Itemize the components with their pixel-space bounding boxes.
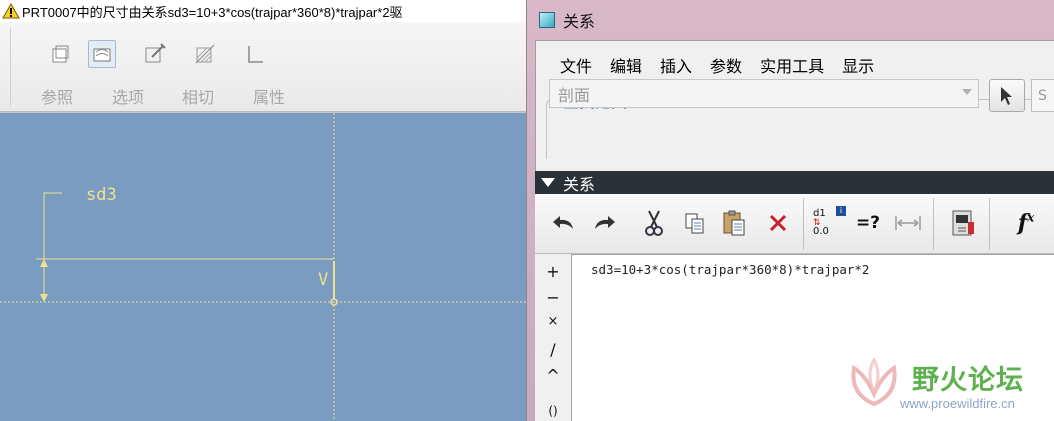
menu-insert[interactable]: 插入 [660, 53, 692, 77]
toolbar-separator [803, 198, 804, 250]
toolbar-separator [933, 198, 934, 250]
function-button[interactable]: fx [1011, 208, 1041, 238]
watermark-url: www.proewildfire.cn [900, 396, 1015, 411]
fx-label: f [1017, 210, 1028, 236]
chevron-down-icon[interactable] [962, 89, 972, 95]
operator-minus[interactable]: − [535, 288, 571, 307]
sketch-window-titlebar: PRT0007中的尺寸由关系sd3=10+3*cos(trajpar*360*8… [0, 0, 526, 22]
look-in-value: 剖面 [558, 85, 591, 105]
ribbon-tab-references[interactable]: 参照 [41, 84, 73, 108]
cursor-arrow-icon [1001, 86, 1012, 105]
sort-relations-icon[interactable] [949, 208, 979, 238]
evaluate-label: =? [855, 213, 881, 233]
relations-toolbar: d1 ⇅ 0.0 i =? fx [535, 194, 1054, 254]
selected-item-field[interactable]: S [1031, 79, 1054, 112]
measure-icon[interactable] [893, 208, 923, 238]
relations-section-label: 关系 [563, 174, 596, 194]
fx-icon: fx [1017, 210, 1035, 236]
dialog-title: 关系 [563, 12, 596, 31]
operator-palette: + − × / ^ () [535, 254, 571, 421]
operator-parentheses[interactable]: () [535, 404, 571, 418]
operator-power[interactable]: ^ [535, 366, 571, 385]
delete-icon[interactable] [763, 208, 793, 238]
menu-edit[interactable]: 编辑 [610, 53, 642, 77]
dialog-titlebar[interactable]: 关系 [527, 0, 1054, 40]
operator-multiply[interactable]: × [535, 314, 571, 329]
evaluate-button[interactable]: =? [853, 208, 883, 238]
paste-icon[interactable] [719, 208, 749, 238]
look-in-group: 查找范围 [546, 88, 1054, 159]
relations-section-header[interactable]: 关系 [535, 171, 1054, 194]
feature-ribbon: 参照 选项 相切 属性 [0, 22, 526, 112]
sketch-geometry [0, 113, 526, 421]
watermark-logo-icon [851, 356, 897, 407]
sketch-window-title: PRT0007中的尺寸由关系sd3=10+3*cos(trajpar*360*8… [22, 4, 403, 20]
look-in-select[interactable]: 剖面 [549, 79, 979, 108]
dialog-app-icon [539, 12, 555, 28]
ribbon-divider [10, 28, 11, 106]
select-item-button[interactable] [989, 79, 1025, 112]
collapse-triangle-icon[interactable] [541, 178, 555, 187]
menu-utilities[interactable]: 实用工具 [760, 53, 824, 77]
watermark-name: 野火论坛 [912, 365, 1024, 396]
ribbon-tab-options[interactable]: 选项 [112, 84, 144, 108]
menu-display[interactable]: 显示 [842, 53, 874, 77]
vertex-label: V [318, 270, 329, 290]
operator-plus[interactable]: + [535, 262, 571, 281]
menu-parameters[interactable]: 参数 [710, 53, 742, 77]
options-icon[interactable] [88, 40, 116, 68]
copy-icon[interactable] [680, 208, 710, 238]
info-badge-icon: i [836, 206, 846, 216]
sketch-canvas[interactable]: sd3 V [0, 113, 526, 421]
references-icon[interactable] [46, 40, 74, 68]
redo-icon[interactable] [589, 208, 619, 238]
warning-icon [2, 3, 20, 19]
switch-dimensions-bottom: 0.0 [813, 226, 829, 237]
undo-icon[interactable] [549, 208, 579, 238]
dimension-label[interactable]: sd3 [86, 185, 117, 205]
operator-divide[interactable]: / [535, 340, 571, 359]
ribbon-tab-tangency[interactable]: 相切 [182, 84, 214, 108]
tangency-icon[interactable] [141, 40, 169, 68]
cut-icon[interactable] [639, 208, 669, 238]
toolbar-separator [989, 198, 990, 250]
menu-file[interactable]: 文件 [560, 53, 592, 77]
properties-icon[interactable] [241, 40, 269, 68]
tangent-hatch-icon[interactable] [191, 40, 219, 68]
sketch-window: PRT0007中的尺寸由关系sd3=10+3*cos(trajpar*360*8… [0, 0, 526, 421]
ribbon-tab-properties[interactable]: 属性 [253, 84, 285, 108]
